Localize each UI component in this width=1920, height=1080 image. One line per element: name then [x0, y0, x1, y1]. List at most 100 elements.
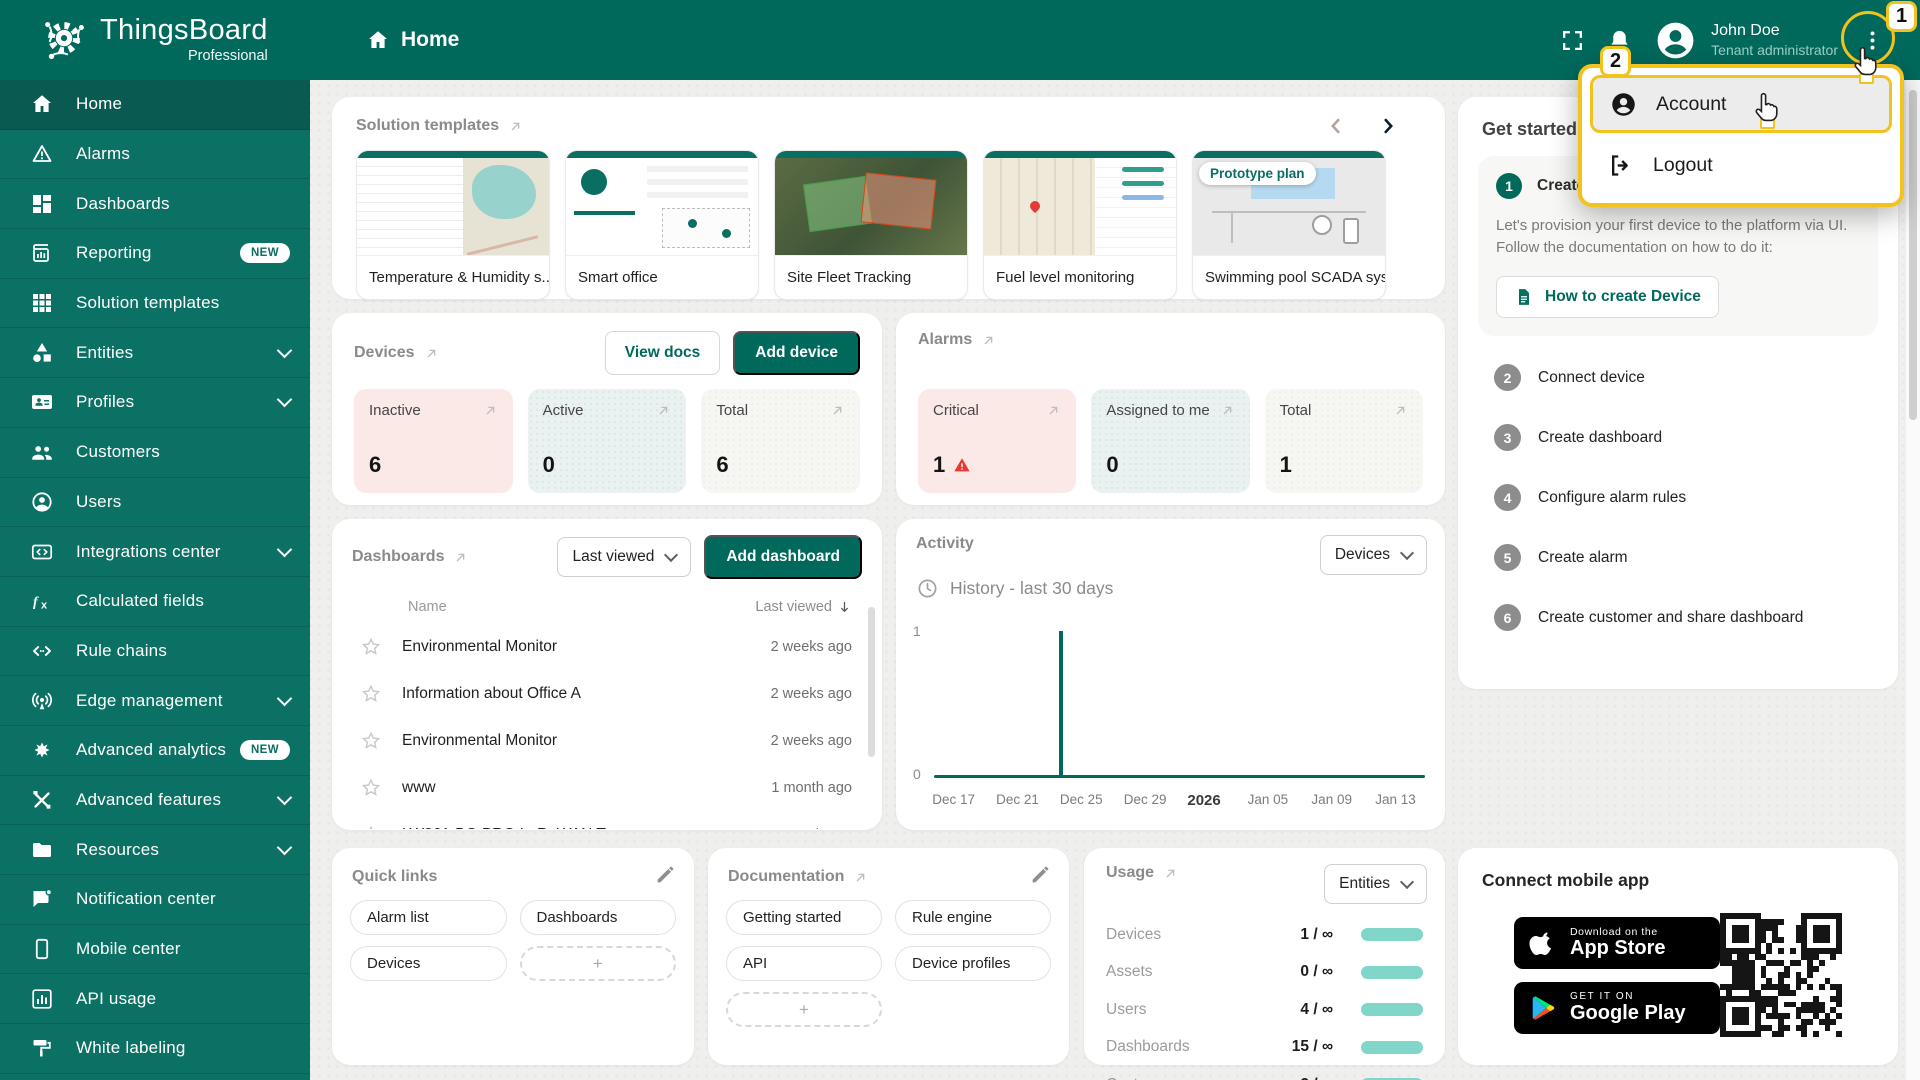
stat-card-total[interactable]: Total6 — [701, 389, 860, 493]
sidebar-item-reporting[interactable]: ReportingNEW — [0, 229, 310, 279]
carousel-next-icon[interactable] — [1377, 115, 1399, 137]
stat-card-active[interactable]: Active0 — [528, 389, 687, 493]
solution-template-card[interactable]: Prototype planSwimming pool SCADA sys... — [1192, 150, 1386, 300]
get-started-step-2[interactable]: 2Connect device — [1494, 348, 1862, 408]
api-icon — [30, 987, 54, 1011]
apple-logo-icon — [1529, 929, 1557, 957]
get-started-step-5[interactable]: 5Create alarm — [1494, 528, 1862, 588]
dashboards-icon — [30, 192, 54, 216]
sidebar-item-profiles[interactable]: Profiles — [0, 378, 310, 428]
add-device-button[interactable]: Add device — [733, 331, 860, 375]
activity-entity-select[interactable]: Devices — [1320, 535, 1427, 575]
link-pill-rule-engine[interactable]: Rule engine — [895, 900, 1051, 935]
alarms-title[interactable]: Alarms — [918, 331, 996, 349]
sidebar-item-edge-management[interactable]: Edge management — [0, 676, 310, 726]
sidebar-item-rule-chains[interactable]: Rule chains — [0, 627, 310, 677]
user-dropdown-menu: AccountLogout — [1578, 64, 1904, 207]
add-link-pill[interactable]: + — [520, 946, 677, 981]
brand[interactable]: ThingsBoard Professional — [0, 13, 318, 67]
sidebar-item-mobile-center[interactable]: Mobile center — [0, 925, 310, 975]
sidebar-item-solution-templates[interactable]: Solution templates — [0, 279, 310, 329]
hand-cursor-icon — [1752, 92, 1782, 126]
sidebar-item-integrations-center[interactable]: Integrations center — [0, 527, 310, 577]
google-play-badge[interactable]: GET IT ON Google Play — [1514, 982, 1720, 1034]
sidebar-item-users[interactable]: Users — [0, 478, 310, 528]
get-started-step-4[interactable]: 4Configure alarm rules — [1494, 468, 1862, 528]
fullscreen-icon[interactable] — [1560, 28, 1585, 53]
solution-template-thumbnail — [775, 151, 967, 256]
link-pill-device-profiles[interactable]: Device profiles — [895, 946, 1051, 981]
dashboards-scrollbar[interactable] — [868, 607, 875, 757]
solution-template-card[interactable]: Site Fleet Tracking — [774, 150, 968, 300]
add-link-pill[interactable]: + — [726, 992, 882, 1027]
edit-pencil-icon[interactable] — [655, 864, 676, 885]
dashboard-row[interactable]: www1 month ago — [352, 764, 852, 811]
stat-card-assigned-to-me[interactable]: Assigned to me0 — [1091, 389, 1249, 493]
sidebar-item-label: Users — [76, 492, 121, 512]
sidebar-item-dashboards[interactable]: Dashboards — [0, 179, 310, 229]
star-icon[interactable] — [360, 730, 382, 752]
solution-template-card[interactable]: Fuel level monitoring — [983, 150, 1177, 300]
devices-title[interactable]: Devices — [354, 344, 439, 362]
star-icon[interactable] — [360, 824, 382, 830]
solution-template-title: Temperature & Humidity s... — [357, 256, 549, 299]
sidebar-item-white-labeling[interactable]: White labeling — [0, 1024, 310, 1074]
sidebar-item-resources[interactable]: Resources — [0, 825, 310, 875]
avatar[interactable] — [1654, 19, 1697, 62]
add-dashboard-button[interactable]: Add dashboard — [704, 535, 862, 579]
dashboard-row[interactable]: Environmental Monitor2 weeks ago — [352, 623, 852, 670]
step-label: Connect device — [1538, 369, 1645, 387]
star-icon[interactable] — [360, 683, 382, 705]
sidebar-item-advanced-features[interactable]: Advanced features — [0, 776, 310, 826]
link-pill-dashboards[interactable]: Dashboards — [520, 900, 677, 935]
usage-label: Customers — [1106, 1076, 1271, 1080]
edit-pencil-icon[interactable] — [1030, 864, 1051, 885]
sidebar-item-calculated-fields[interactable]: fxCalculated fields — [0, 577, 310, 627]
star-icon[interactable] — [360, 777, 382, 799]
sidebar-item-label: Advanced features — [76, 790, 221, 810]
link-pill-devices[interactable]: Devices — [350, 946, 507, 981]
get-started-step-6[interactable]: 6Create customer and share dashboard — [1494, 588, 1862, 648]
menu-item-logout[interactable]: Logout — [1590, 136, 1892, 194]
usage-filter-select[interactable]: Entities — [1324, 864, 1427, 904]
stat-card-inactive[interactable]: Inactive6 — [354, 389, 513, 493]
usage-title[interactable]: Usage — [1106, 864, 1178, 882]
dashboard-row[interactable]: Environmental Monitor2 weeks ago — [352, 717, 852, 764]
sidebar-item-entities[interactable]: Entities — [0, 328, 310, 378]
how-to-create-device-button[interactable]: How to create Device — [1496, 276, 1719, 318]
stat-card-critical[interactable]: Critical1 — [918, 389, 1076, 493]
activity-chart — [934, 631, 1425, 778]
usage-row-customers: Customers2 / ∞ — [1106, 1066, 1423, 1080]
star-icon[interactable] — [360, 636, 382, 658]
dashboard-row[interactable]: Information about Office A2 weeks ago — [352, 670, 852, 717]
stat-card-total[interactable]: Total1 — [1265, 389, 1423, 493]
sidebar-item-home[interactable]: Home — [0, 80, 310, 130]
link-pill-api[interactable]: API — [726, 946, 882, 981]
x-axis-tick: 2026 — [1187, 792, 1220, 809]
dashboards-filter-select[interactable]: Last viewed — [557, 537, 691, 577]
column-name[interactable]: Name — [408, 599, 447, 615]
sidebar-item-customers[interactable]: Customers — [0, 428, 310, 478]
sidebar-item-advanced-analytics[interactable]: Advanced analyticsNEW — [0, 726, 310, 776]
view-docs-button[interactable]: View docs — [605, 331, 721, 375]
dashboards-title[interactable]: Dashboards — [352, 548, 468, 566]
app-store-badge[interactable]: Download on the App Store — [1514, 917, 1720, 969]
column-last-viewed[interactable]: Last viewed — [755, 599, 852, 615]
get-started-step-3[interactable]: 3Create dashboard — [1494, 408, 1862, 468]
menu-item-account[interactable]: Account — [1590, 75, 1892, 133]
connect-mobile-app-panel: Connect mobile app Download on the App S… — [1458, 848, 1898, 1065]
carousel-prev-icon[interactable] — [1325, 115, 1347, 137]
sidebar-item-api-usage[interactable]: API usage — [0, 974, 310, 1024]
solution-template-card[interactable]: Smart office — [565, 150, 759, 300]
sidebar-item-notification-center[interactable]: Notification center — [0, 875, 310, 925]
link-pill-alarm-list[interactable]: Alarm list — [350, 900, 507, 935]
link-pill-getting-started[interactable]: Getting started — [726, 900, 882, 935]
solution-template-card[interactable]: Temperature & Humidity s... — [356, 150, 550, 300]
user-info[interactable]: John Doe Tenant administrator — [1711, 21, 1838, 60]
sidebar-item-alarms[interactable]: Alarms — [0, 130, 310, 180]
dashboard-row[interactable]: LW361-BG PRO LoRaWAN Tr...1 month ago — [352, 811, 852, 829]
x-axis-tick: Dec 17 — [932, 792, 975, 807]
page-scrollbar[interactable] — [1906, 80, 1920, 1080]
documentation-title[interactable]: Documentation — [728, 868, 868, 886]
solution-templates-title[interactable]: Solution templates — [356, 117, 523, 135]
